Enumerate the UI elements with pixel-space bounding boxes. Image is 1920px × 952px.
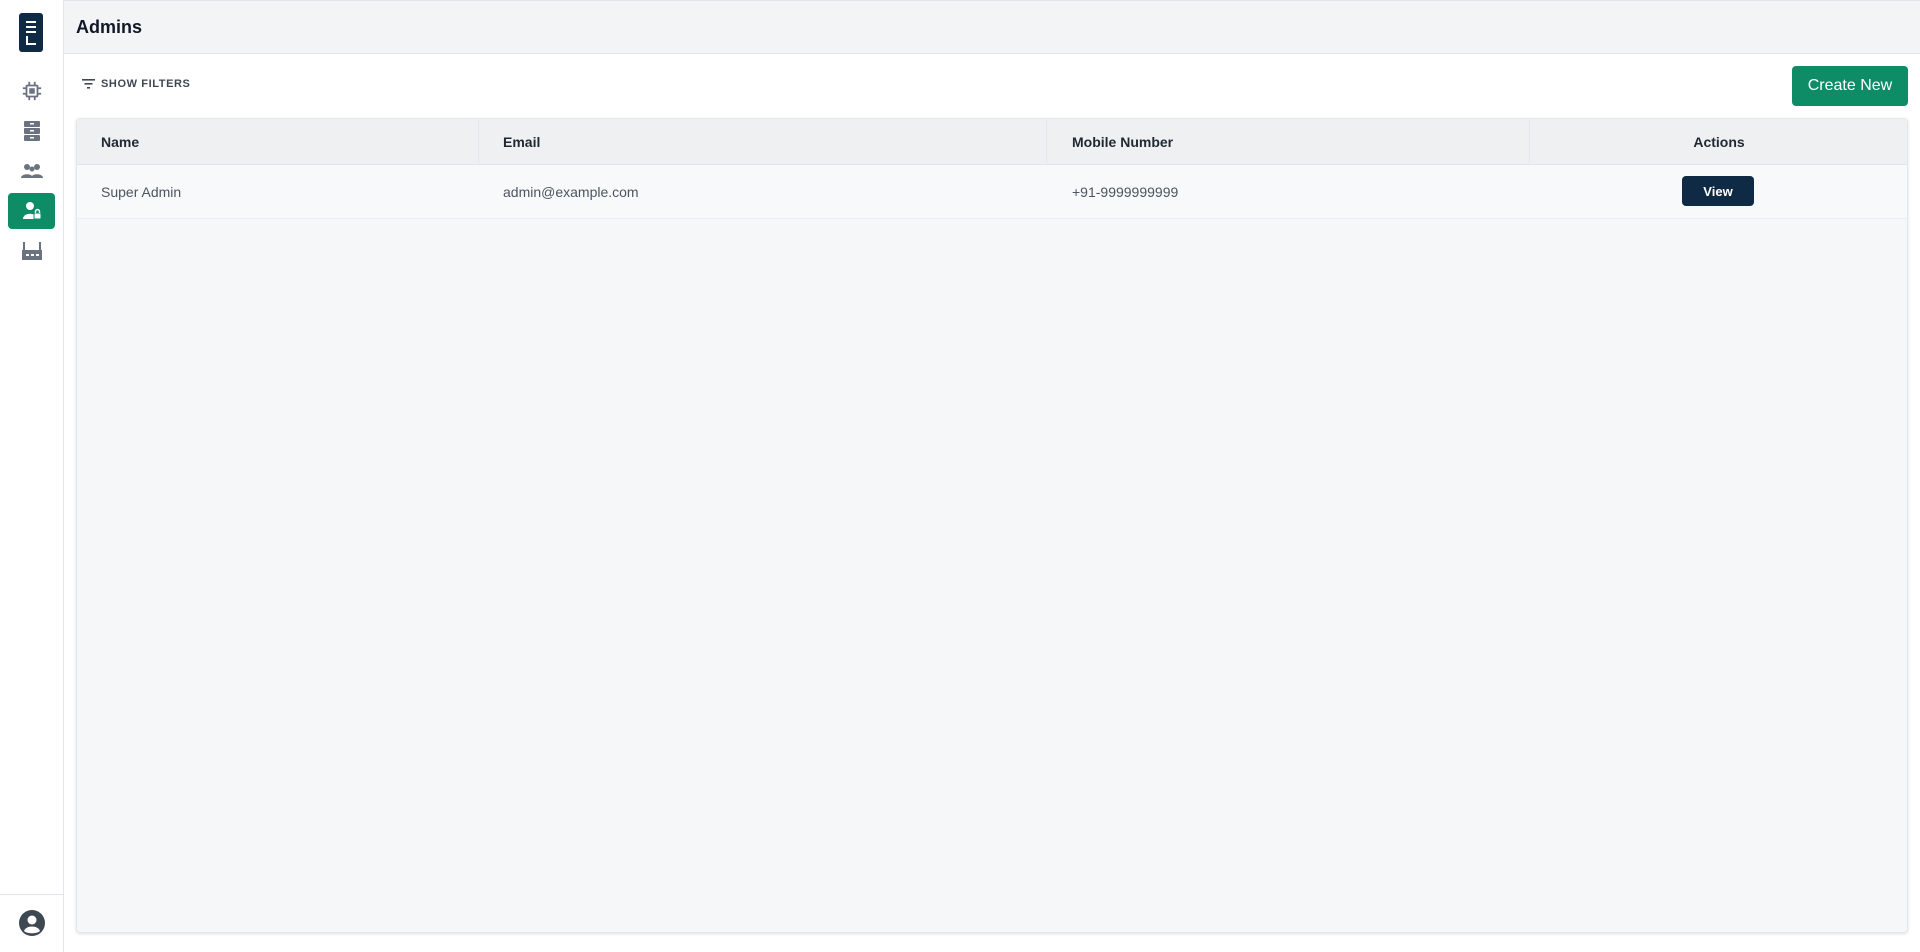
table-row: Super Admin admin@example.com +91-999999… bbox=[77, 165, 1907, 219]
sidebar-item-factories[interactable] bbox=[8, 233, 55, 269]
column-header-mobile[interactable]: Mobile Number bbox=[1072, 119, 1173, 165]
admin-user-icon bbox=[22, 202, 41, 220]
sidebar-divider bbox=[0, 894, 64, 895]
sidebar bbox=[0, 0, 64, 952]
show-filters-label: SHOW FILTERS bbox=[101, 78, 191, 90]
server-icon bbox=[23, 121, 40, 141]
column-divider bbox=[478, 119, 479, 165]
sidebar-item-servers[interactable] bbox=[8, 113, 55, 149]
account-circle-icon bbox=[19, 910, 45, 936]
sidebar-item-users[interactable] bbox=[8, 153, 55, 189]
page-title: Admins bbox=[76, 17, 143, 37]
view-button[interactable]: View bbox=[1682, 176, 1754, 206]
chip-icon bbox=[22, 81, 41, 101]
column-header-email[interactable]: Email bbox=[503, 119, 540, 165]
factory-icon bbox=[21, 242, 42, 260]
column-divider bbox=[1046, 119, 1047, 165]
cell-email: admin@example.com bbox=[503, 184, 639, 200]
page-header: Admins bbox=[64, 0, 1920, 54]
table-header: Name Email Mobile Number Actions bbox=[77, 119, 1907, 165]
cell-mobile: +91-9999999999 bbox=[1072, 184, 1179, 200]
column-header-actions: Actions bbox=[1693, 134, 1745, 150]
show-filters-button[interactable]: SHOW FILTERS bbox=[82, 78, 191, 90]
app-logo[interactable] bbox=[19, 13, 43, 52]
sidebar-item-devices[interactable] bbox=[8, 73, 55, 109]
filter-icon bbox=[82, 79, 95, 89]
cell-name: Super Admin bbox=[101, 184, 182, 200]
column-header-name[interactable]: Name bbox=[101, 119, 139, 165]
users-icon bbox=[20, 164, 43, 178]
sidebar-item-admins[interactable] bbox=[8, 193, 55, 229]
admins-table: Name Email Mobile Number Actions Super A… bbox=[76, 118, 1908, 933]
create-new-button[interactable]: Create New bbox=[1792, 66, 1908, 106]
account-button[interactable] bbox=[18, 909, 46, 937]
